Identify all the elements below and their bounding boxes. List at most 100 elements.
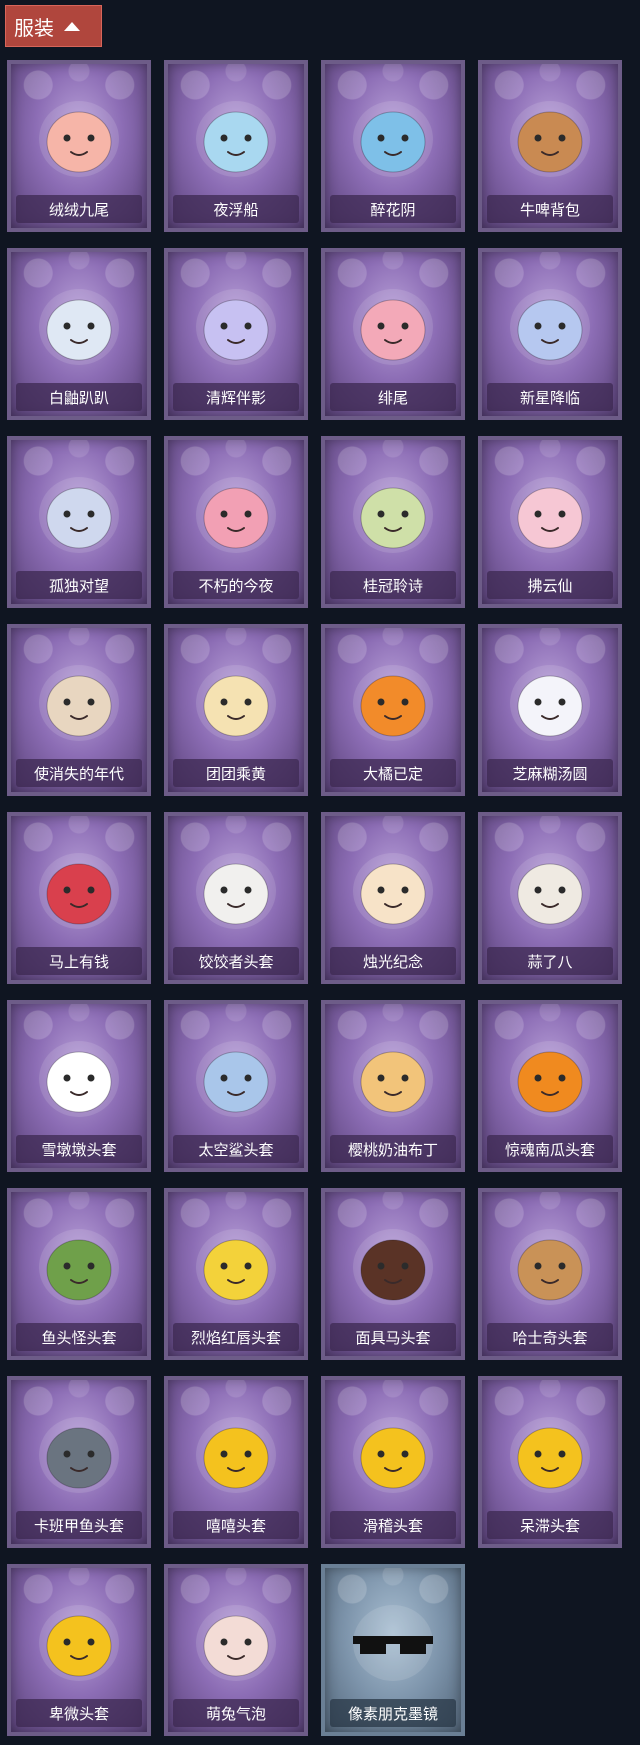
humble-emoji-head-icon (39, 1605, 119, 1681)
costume-name: 像素朋克墨镜 (330, 1699, 456, 1727)
costume-card[interactable]: 芝麻糊汤圆 (478, 624, 622, 796)
costume-card[interactable]: 夜浮船 (164, 60, 308, 232)
costume-name: 新星降临 (487, 383, 613, 411)
costume-card[interactable]: 新星降临 (478, 248, 622, 420)
costume-name: 绯尾 (330, 383, 456, 411)
costume-name: 哈士奇头套 (487, 1323, 613, 1351)
costume-name: 鱼头怪头套 (16, 1323, 142, 1351)
costume-card[interactable]: 醉花阴 (321, 60, 465, 232)
orange-slice-icon (353, 665, 433, 741)
costume-card[interactable]: 团团乘黄 (164, 624, 308, 796)
costume-name: 卑微头套 (16, 1699, 142, 1727)
costume-name: 白鼬趴趴 (16, 383, 142, 411)
costume-card[interactable]: 惊魂南瓜头套 (478, 1000, 622, 1172)
dazed-emoji-head-icon (510, 1417, 590, 1493)
rice-ball-icon (510, 665, 590, 741)
costume-card[interactable]: 嘻嘻头套 (164, 1376, 308, 1548)
costume-name: 嘻嘻头套 (173, 1511, 299, 1539)
costume-card[interactable]: 呆滞头套 (478, 1376, 622, 1548)
costume-card[interactable]: 牛啤背包 (478, 60, 622, 232)
costume-card[interactable]: 马上有钱 (7, 812, 151, 984)
costume-card[interactable]: 饺饺者头套 (164, 812, 308, 984)
costume-name: 萌兔气泡 (173, 1699, 299, 1727)
cloud-fairy-charm-icon (510, 477, 590, 553)
costume-name: 太空鲨头套 (173, 1135, 299, 1163)
yellow-mouse-head-icon (196, 1229, 276, 1305)
snowman-head-icon (39, 1041, 119, 1117)
costume-name: 卡班甲鱼头套 (16, 1511, 142, 1539)
costume-name: 夜浮船 (173, 195, 299, 223)
moon-girl-charm-icon (39, 477, 119, 553)
silver-haired-charm-icon (196, 289, 276, 365)
costume-card[interactable]: 烛光纪念 (321, 812, 465, 984)
candle-head-icon (353, 853, 433, 929)
costume-card[interactable]: 烈焰红唇头套 (164, 1188, 308, 1360)
costume-name: 樱桃奶油布丁 (330, 1135, 456, 1163)
costume-name: 醉花阴 (330, 195, 456, 223)
whale-head-icon (39, 1417, 119, 1493)
costume-card[interactable]: 滑稽头套 (321, 1376, 465, 1548)
costume-card[interactable]: 樱桃奶油布丁 (321, 1000, 465, 1172)
fish-monster-head-icon (39, 1229, 119, 1305)
costume-name: 惊魂南瓜头套 (487, 1135, 613, 1163)
bunny-bubble-head-icon (196, 1605, 276, 1681)
costume-card[interactable]: 白鼬趴趴 (7, 248, 151, 420)
grin-emoji-head-icon (196, 1417, 276, 1493)
white-weasel-icon (39, 289, 119, 365)
costume-card[interactable]: 卡班甲鱼头套 (7, 1376, 151, 1548)
pink-cat-bowl-icon (196, 477, 276, 553)
veiled-girl-doll-icon (39, 665, 119, 741)
costume-card[interactable]: 哈士奇头套 (478, 1188, 622, 1360)
chevron-up-icon (64, 21, 80, 31)
husky-head-icon (510, 1229, 590, 1305)
costume-name: 饺饺者头套 (173, 947, 299, 975)
dumpling-head-icon (196, 853, 276, 929)
costume-card[interactable]: 太空鲨头套 (164, 1000, 308, 1172)
costume-card[interactable]: 使消失的年代 (7, 624, 151, 796)
costume-name: 孤独对望 (16, 571, 142, 599)
costume-section-toggle[interactable]: 服装 (5, 5, 102, 47)
costume-card[interactable]: 鱼头怪头套 (7, 1188, 151, 1360)
costume-card[interactable]: 大橘已定 (321, 624, 465, 796)
costume-card[interactable]: 拂云仙 (478, 436, 622, 608)
costume-card[interactable]: 卑微头套 (7, 1564, 151, 1736)
costume-card[interactable]: 雪墩墩头套 (7, 1000, 151, 1172)
costume-name: 马上有钱 (16, 947, 142, 975)
round-cat-head-icon (196, 665, 276, 741)
costume-card[interactable]: 绒绒九尾 (7, 60, 151, 232)
pudding-head-icon (353, 1041, 433, 1117)
costume-name: 绒绒九尾 (16, 195, 142, 223)
costume-card[interactable]: 清辉伴影 (164, 248, 308, 420)
costume-name: 桂冠聆诗 (330, 571, 456, 599)
costume-card[interactable]: 面具马头套 (321, 1188, 465, 1360)
costume-card[interactable]: 像素朋克墨镜 (321, 1564, 465, 1736)
costume-grid: 绒绒九尾 夜浮船 醉花阴 牛啤背包白鼬趴趴 清辉伴影 绯尾 新星降临孤独对望 不朽的今夜 桂冠聆… (7, 60, 622, 1736)
costume-name: 面具马头套 (330, 1323, 456, 1351)
red-horse-head-icon (39, 853, 119, 929)
costume-card[interactable]: 萌兔气泡 (164, 1564, 308, 1736)
costume-name: 大橘已定 (330, 759, 456, 787)
smirk-emoji-head-icon (353, 1417, 433, 1493)
laurel-poet-charm-icon (353, 477, 433, 553)
nine-tail-fox-icon (39, 101, 119, 177)
horse-mask-head-icon (353, 1229, 433, 1305)
costume-card[interactable]: 蒜了八 (478, 812, 622, 984)
costume-name: 牛啤背包 (487, 195, 613, 223)
pumpkin-head-icon (510, 1041, 590, 1117)
costume-name: 雪墩墩头套 (16, 1135, 142, 1163)
starry-boy-charm-icon (510, 289, 590, 365)
costume-name: 使消失的年代 (16, 759, 142, 787)
costume-card[interactable]: 不朽的今夜 (164, 436, 308, 608)
costume-name: 滑稽头套 (330, 1511, 456, 1539)
costume-name: 团团乘黄 (173, 759, 299, 787)
flower-dreamcatcher-icon (353, 101, 433, 177)
shark-head-icon (196, 1041, 276, 1117)
pink-fox-girl-charm-icon (353, 289, 433, 365)
costume-card[interactable]: 孤独对望 (7, 436, 151, 608)
section-title: 服装 (14, 15, 54, 40)
cow-beer-mug-icon (510, 101, 590, 177)
costume-card[interactable]: 绯尾 (321, 248, 465, 420)
costume-name: 清辉伴影 (173, 383, 299, 411)
costume-name: 呆滞头套 (487, 1511, 613, 1539)
costume-card[interactable]: 桂冠聆诗 (321, 436, 465, 608)
